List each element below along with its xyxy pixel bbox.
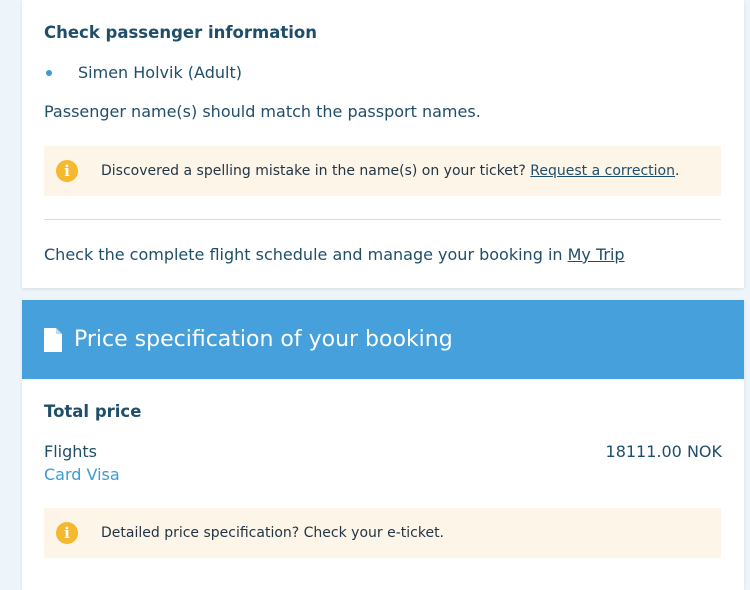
- price-notice-text: Detailed price specification? Check your…: [101, 525, 445, 541]
- flights-label: Flights: [44, 442, 97, 461]
- price-specification-title: Price specification of your booking: [74, 327, 453, 352]
- passenger-name: Simen Holvik (Adult): [78, 63, 242, 82]
- price-notice: i Detailed price specification? Check yo…: [44, 508, 721, 558]
- manage-booking-message: Check the complete flight schedule and m…: [44, 245, 568, 264]
- spelling-notice-text: Discovered a spelling mistake in the nam…: [101, 163, 679, 179]
- passenger-info-card: Check passenger information Simen Holvik…: [22, 0, 744, 288]
- section-divider: [44, 219, 721, 220]
- spelling-notice-message: Discovered a spelling mistake in the nam…: [101, 163, 531, 179]
- manage-booking-text: Check the complete flight schedule and m…: [44, 245, 625, 264]
- total-price-heading: Total price: [44, 402, 142, 421]
- price-specification-banner: Price specification of your booking: [22, 300, 744, 379]
- payment-method: Card Visa: [44, 465, 120, 484]
- info-icon: i: [56, 160, 78, 182]
- passport-name-note: Passenger name(s) should match the passp…: [44, 102, 481, 121]
- info-icon: i: [56, 522, 78, 544]
- request-correction-link[interactable]: Request a correction: [530, 163, 675, 179]
- spelling-notice-suffix: .: [675, 163, 680, 179]
- flights-amount: 18111.00 NOK: [605, 442, 722, 461]
- passenger-info-heading: Check passenger information: [44, 23, 317, 42]
- my-trip-link[interactable]: My Trip: [568, 245, 625, 264]
- spelling-notice: i Discovered a spelling mistake in the n…: [44, 146, 721, 196]
- bullet-icon: [46, 70, 52, 76]
- document-icon: [44, 327, 62, 352]
- price-specification-card: Price specification of your booking Tota…: [22, 300, 744, 590]
